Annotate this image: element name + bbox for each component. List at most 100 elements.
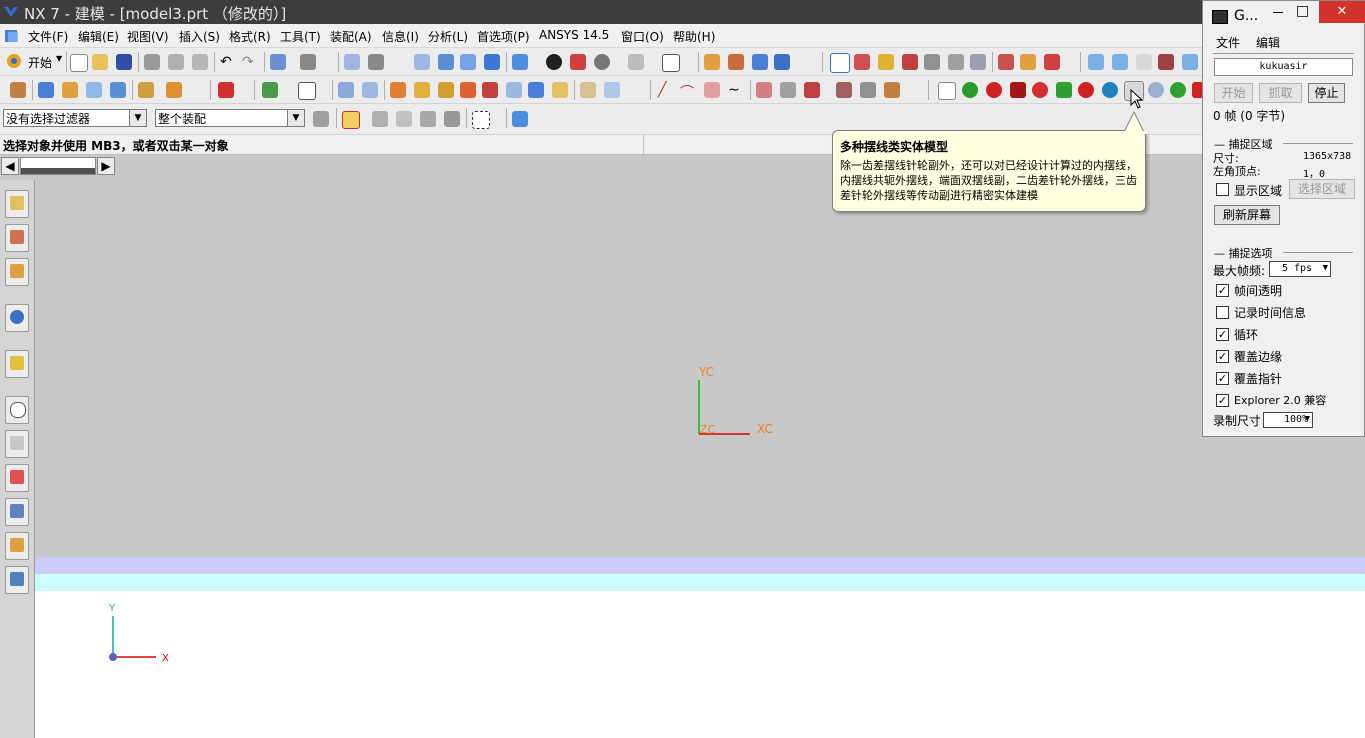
filter-icon-2[interactable]	[396, 111, 412, 127]
background-icon[interactable]	[662, 54, 680, 72]
perspective-icon[interactable]	[484, 54, 500, 70]
snap-settings-icon[interactable]	[342, 111, 360, 129]
tab-strip[interactable]	[20, 157, 96, 175]
shaft-icon[interactable]	[460, 82, 476, 98]
menu-format[interactable]: 格式(R)	[229, 28, 271, 45]
menu-analysis[interactable]: 分析(L)	[428, 28, 468, 45]
cursor-checkbox[interactable]: ✓	[1216, 372, 1229, 385]
snap-point-icon[interactable]	[854, 54, 870, 70]
show-area-checkbox[interactable]	[1216, 183, 1229, 196]
face-offset-icon[interactable]	[338, 82, 354, 98]
recorder-stop-button[interactable]: 停止	[1308, 83, 1345, 103]
component-icon[interactable]	[728, 54, 744, 70]
shaded-view-icon[interactable]	[512, 54, 528, 70]
select-area-button[interactable]: 选择区域	[1289, 179, 1355, 199]
assembly-navigator-icon[interactable]	[704, 54, 720, 70]
menu-ansys[interactable]: ANSYS 14.5	[539, 28, 609, 42]
cycloid-1-icon[interactable]	[962, 82, 978, 98]
maximize-icon[interactable]: □	[1296, 3, 1309, 19]
web-browser-tab[interactable]	[5, 350, 29, 378]
move-component-icon[interactable]	[752, 54, 768, 70]
arc-icon[interactable]: ⌒	[680, 82, 696, 101]
offset-curve-icon[interactable]	[756, 82, 772, 98]
reflection-icon[interactable]	[1136, 54, 1152, 70]
view-layout-icon[interactable]	[628, 54, 644, 70]
part-navigator-tab[interactable]	[5, 258, 29, 286]
gear-modeling-icon[interactable]	[390, 82, 406, 98]
boolean-icon[interactable]	[138, 82, 154, 98]
menu-tools[interactable]: 工具(T)	[280, 28, 321, 45]
menu-assembly[interactable]: 装配(A)	[330, 28, 372, 45]
cycloid-4-icon[interactable]	[1032, 82, 1048, 98]
minimize-icon[interactable]	[1273, 12, 1283, 13]
explorer-checkbox[interactable]: ✓	[1216, 394, 1229, 407]
edit-curve-icon[interactable]	[884, 82, 900, 98]
spring-icon[interactable]	[414, 82, 430, 98]
datum-plane-icon[interactable]	[262, 82, 278, 98]
new-file-icon[interactable]	[70, 54, 88, 72]
menu-edit[interactable]: 编辑(E)	[78, 28, 119, 45]
cycloid-5-icon[interactable]	[1056, 82, 1072, 98]
constraint-navigator-tab[interactable]	[5, 224, 29, 252]
pulley-icon[interactable]	[506, 82, 522, 98]
touch-mode-icon[interactable]	[300, 54, 316, 70]
rec-size-select[interactable]: 100% ▼	[1263, 412, 1313, 428]
filter-icon-4[interactable]	[444, 111, 460, 127]
recorder-capture-button[interactable]: 抓取	[1259, 83, 1302, 103]
save-icon[interactable]	[116, 54, 132, 70]
menu-preferences[interactable]: 首选项(P)	[477, 28, 530, 45]
bolt-icon[interactable]	[552, 82, 568, 98]
sprocket-icon[interactable]	[528, 82, 544, 98]
trim-curve-icon[interactable]	[836, 82, 852, 98]
paste-icon[interactable]	[192, 54, 208, 70]
menu-info[interactable]: 信息(I)	[382, 28, 419, 45]
menu-view[interactable]: 视图(V)	[127, 28, 169, 45]
snap-control-icon[interactable]	[924, 54, 940, 70]
draft-analysis-icon[interactable]	[1158, 54, 1174, 70]
process-studio-tab[interactable]	[5, 464, 29, 492]
manufacturing-wizard-tab[interactable]	[5, 498, 29, 526]
extrude-icon[interactable]	[38, 82, 54, 98]
line-icon[interactable]: ╱	[658, 82, 674, 98]
surface-analysis-icon[interactable]	[1088, 54, 1104, 70]
snap-end-icon[interactable]	[878, 54, 894, 70]
edge-blend-icon[interactable]	[218, 82, 234, 98]
cycloid-3-icon[interactable]	[1010, 82, 1026, 98]
recorder-menu-edit[interactable]: 编辑	[1256, 34, 1280, 51]
select-body-icon[interactable]	[512, 111, 528, 127]
measure-distance-icon[interactable]	[998, 54, 1014, 70]
repeat-command-icon[interactable]	[270, 54, 286, 70]
cycloid-7-icon[interactable]	[1102, 82, 1118, 98]
sketch-icon[interactable]	[10, 82, 26, 98]
cycloid-9-icon[interactable]	[1148, 82, 1164, 98]
reuse-library-tab[interactable]	[5, 304, 29, 332]
refresh-screen-button[interactable]: 刷新屏幕	[1214, 205, 1280, 225]
edges-checkbox[interactable]: ✓	[1216, 350, 1229, 363]
undo-icon[interactable]: ↶	[220, 54, 236, 70]
rectangle-select-icon[interactable]	[472, 111, 490, 129]
revolve-icon[interactable]	[62, 82, 78, 98]
roles-tab[interactable]	[5, 532, 29, 560]
blank-icon[interactable]	[938, 82, 956, 100]
select-mode-icon[interactable]	[830, 53, 850, 73]
system-materials-tab[interactable]	[5, 430, 29, 458]
scroll-right-icon[interactable]: ▶	[97, 157, 115, 175]
cycloid-6-icon[interactable]	[1078, 82, 1094, 98]
nx-menu-icon[interactable]	[4, 28, 20, 44]
cam-icon[interactable]	[482, 82, 498, 98]
menu-window[interactable]: 窗口(O)	[621, 28, 664, 45]
menu-file[interactable]: 文件(F)	[28, 28, 68, 45]
section-view-icon[interactable]	[570, 54, 586, 70]
cycloid-10-icon[interactable]	[1170, 82, 1186, 98]
snap-intersection-icon[interactable]	[948, 54, 964, 70]
snap-mid-icon[interactable]	[902, 54, 918, 70]
close-button[interactable]: ✕	[1319, 1, 1365, 23]
loop-checkbox[interactable]: ✓	[1216, 328, 1229, 341]
type-filter-select[interactable]: 没有选择过滤器 ▼	[3, 109, 147, 127]
render-style-icon[interactable]	[546, 54, 562, 70]
constraint-icon[interactable]	[774, 54, 790, 70]
snap-center-icon[interactable]	[970, 54, 986, 70]
history-tab[interactable]	[5, 396, 29, 424]
patch-icon[interactable]	[362, 82, 378, 98]
library-icon[interactable]	[580, 82, 596, 98]
